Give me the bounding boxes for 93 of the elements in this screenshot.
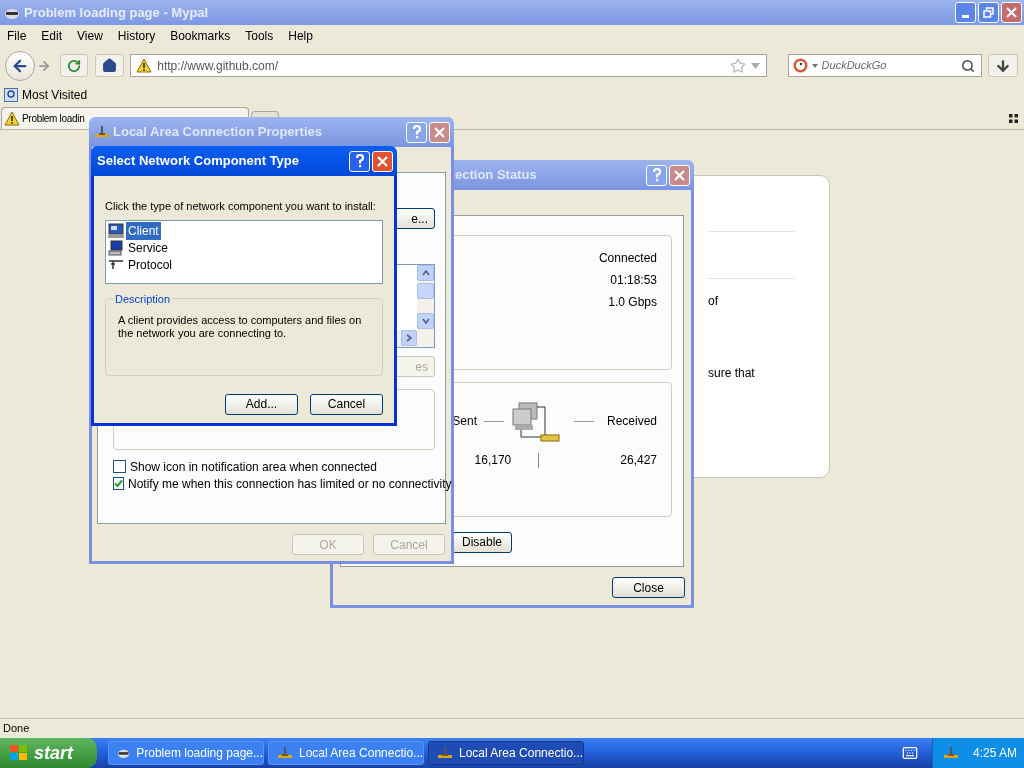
back-button[interactable] — [5, 50, 35, 81]
download-arrow-icon — [995, 57, 1012, 74]
help-icon — [354, 154, 365, 168]
computer-icon — [108, 223, 124, 239]
menu-item[interactable]: History — [117, 27, 156, 45]
menu-item[interactable]: Tools — [245, 27, 274, 45]
computer-icon — [108, 240, 124, 256]
help-button[interactable] — [406, 121, 427, 143]
down-chevron-icon — [421, 318, 430, 324]
keyboard-icon[interactable] — [902, 745, 918, 761]
close-button[interactable] — [429, 121, 450, 143]
dialog-title: Select Network Component Type — [97, 152, 299, 171]
reload-button[interactable] — [60, 54, 88, 77]
close-icon — [1006, 7, 1017, 18]
description-text: A client provides access to computers and files on the network you are connecting to. — [118, 313, 363, 340]
dialog-button[interactable]: Cancel — [310, 393, 383, 415]
scroll-up-button[interactable] — [417, 265, 434, 281]
search-input[interactable]: DuckDuckGo — [821, 57, 952, 74]
bookmark-link[interactable]: Most Visited — [22, 86, 88, 104]
component-item[interactable]: Client — [126, 222, 161, 240]
checkbox-label: Notify me when this connection has limited or no connectivity — [128, 475, 452, 493]
taskbar-button[interactable]: Local Area Connectio... — [428, 741, 584, 765]
network-tray-icon — [943, 746, 959, 760]
menu-item[interactable]: Help — [288, 27, 313, 45]
taskbar-button[interactable]: Problem loading page... — [108, 741, 264, 765]
scroll-down-button[interactable] — [417, 313, 434, 329]
connection-value: 1.0 Gbps — [608, 294, 657, 311]
window-title: Problem loading page - Mypal — [24, 3, 209, 22]
dropdown-icon — [811, 63, 818, 68]
search-field[interactable]: DuckDuckGo — [787, 54, 983, 77]
network-icon — [277, 746, 293, 760]
download-button[interactable] — [988, 54, 1018, 77]
duck-logo-icon — [792, 58, 808, 73]
dialog-button[interactable]: Add... — [225, 393, 298, 415]
right-chevron-icon — [406, 334, 412, 342]
component-item[interactable]: Service — [126, 239, 170, 257]
restore-icon — [983, 7, 994, 18]
scroll-thumb[interactable] — [417, 283, 434, 299]
minimize-icon — [962, 15, 969, 18]
minimize-button[interactable] — [955, 2, 976, 23]
menu-item[interactable]: View — [77, 27, 103, 45]
component-item[interactable]: Protocol — [126, 256, 175, 274]
network-icon — [94, 125, 110, 139]
close-icon — [377, 155, 388, 167]
prompt-text: Click the type of network component you want to install: — [105, 199, 377, 214]
help-button[interactable] — [349, 150, 370, 172]
menu-item[interactable]: Edit — [41, 27, 63, 45]
close-button[interactable] — [1001, 2, 1022, 23]
forward-arrow-icon — [37, 58, 52, 73]
connection-value: Connected — [598, 250, 657, 267]
sent-bytes: 16,170 — [474, 452, 512, 469]
bookmark-star-icon[interactable] — [729, 57, 746, 74]
checkbox[interactable] — [113, 460, 126, 473]
close-button[interactable] — [669, 164, 690, 186]
restore-button[interactable] — [978, 2, 999, 23]
home-button[interactable] — [94, 54, 125, 77]
connection-value: 01:18:53 — [610, 272, 657, 289]
dialog-title: Local Area Connection Properties — [113, 123, 322, 142]
vertical-scrollbar[interactable] — [417, 265, 434, 347]
menu-item[interactable]: Bookmarks — [170, 27, 231, 45]
error-text: sure that — [708, 365, 756, 382]
received-bytes: 26,427 — [620, 452, 657, 469]
url-field[interactable]: http://www.github.com/ — [130, 54, 767, 77]
clock: 4:25 AM — [973, 745, 1018, 762]
dialog-button[interactable]: Disable — [452, 531, 512, 553]
sent-label: Sent — [452, 413, 477, 430]
network-icon — [437, 746, 453, 760]
status-text: Done — [3, 721, 30, 737]
help-icon — [411, 125, 422, 139]
url-text: http://www.github.com/ — [157, 57, 278, 75]
dialog-title: ection Status — [455, 166, 537, 185]
windows-logo-icon — [9, 744, 29, 762]
checkbox-label: Show icon in notification area when connected — [130, 458, 377, 476]
scroll-right-button[interactable] — [401, 330, 417, 346]
reload-icon — [66, 58, 81, 73]
error-text: of — [708, 293, 719, 310]
checkbox[interactable] — [113, 477, 124, 490]
check-icon — [114, 479, 123, 488]
close-icon — [674, 169, 685, 181]
up-chevron-icon — [421, 270, 430, 276]
dialog-button[interactable]: Close — [612, 577, 685, 598]
dropdown-icon[interactable] — [750, 62, 760, 69]
close-icon — [434, 126, 445, 138]
received-label: Received — [606, 413, 657, 430]
grid-icon[interactable] — [1009, 114, 1018, 123]
search-icon[interactable] — [961, 58, 976, 73]
bookmark-folder-icon — [4, 88, 18, 102]
warning-icon — [136, 58, 153, 73]
taskbar-button[interactable]: Local Area Connectio... — [268, 741, 424, 765]
menu-item[interactable]: File — [7, 27, 27, 45]
warning-icon — [4, 111, 20, 126]
home-icon — [102, 58, 117, 73]
close-button[interactable] — [372, 150, 393, 172]
